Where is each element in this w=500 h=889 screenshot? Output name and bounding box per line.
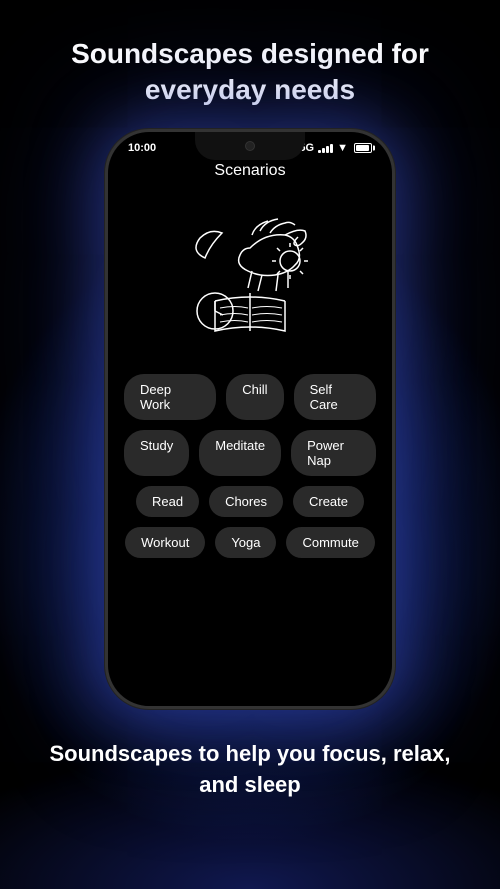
scenarios-row-3: Read Chores Create (136, 486, 364, 517)
scenarios-grid: Deep Work Chill Self Care Study Meditate… (108, 368, 392, 564)
signal-bars-icon (318, 143, 333, 153)
chip-power-nap[interactable]: Power Nap (291, 430, 376, 476)
chip-create[interactable]: Create (293, 486, 364, 517)
illustration (108, 188, 392, 368)
chip-yoga[interactable]: Yoga (215, 527, 276, 558)
battery-icon (354, 143, 372, 153)
wifi-icon: ▼ (337, 142, 348, 154)
chip-read[interactable]: Read (136, 486, 199, 517)
phone-camera (245, 141, 255, 151)
header-title: Soundscapes designed for everyday needs (0, 0, 500, 129)
scenarios-row-4: Workout Yoga Commute (125, 527, 375, 558)
chip-workout[interactable]: Workout (125, 527, 205, 558)
phone-device: 10:00 5G ▼ Scenarios (105, 129, 395, 709)
chip-commute[interactable]: Commute (286, 527, 374, 558)
phone-wrapper: 10:00 5G ▼ Scenarios (0, 129, 500, 709)
scenarios-row-2: Study Meditate Power Nap (124, 430, 376, 476)
scenarios-row-1: Deep Work Chill Self Care (124, 374, 376, 420)
chip-deep-work[interactable]: Deep Work (124, 374, 216, 420)
status-time: 10:00 (128, 142, 156, 154)
chip-chores[interactable]: Chores (209, 486, 283, 517)
screen-title: Scenarios (108, 162, 392, 180)
footer-text: Soundscapes to help you focus, relax, an… (0, 709, 500, 821)
chip-study[interactable]: Study (124, 430, 189, 476)
phone-screen: 10:00 5G ▼ Scenarios (108, 132, 392, 706)
status-right: 5G ▼ (299, 142, 372, 154)
chip-chill[interactable]: Chill (226, 374, 283, 420)
chip-self-care[interactable]: Self Care (294, 374, 376, 420)
chip-meditate[interactable]: Meditate (199, 430, 281, 476)
phone-notch (195, 132, 305, 160)
